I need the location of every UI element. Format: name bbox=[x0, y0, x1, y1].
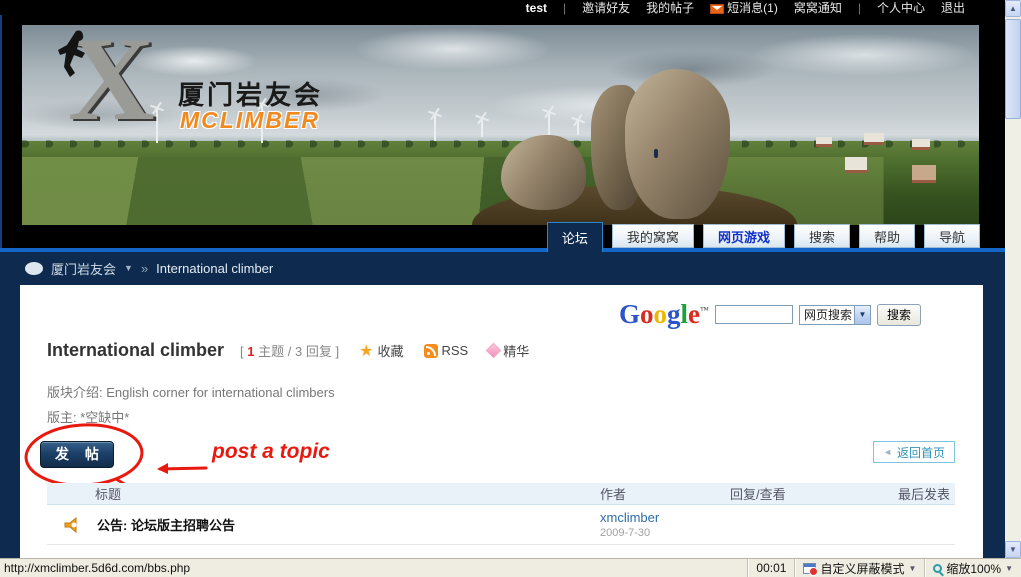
rss-action[interactable]: RSS bbox=[424, 343, 469, 358]
header-author: 作者 bbox=[600, 484, 730, 503]
forum-card: Google™ 网页搜索 ▼ 搜索 International climber … bbox=[20, 285, 983, 558]
google-logo: Google™ bbox=[619, 301, 709, 328]
site-logo: X 厦门岩友会 MCLIMBER bbox=[50, 33, 380, 163]
megaphone-icon bbox=[47, 517, 97, 533]
block-mode-icon bbox=[803, 563, 816, 574]
topbar-link-usercenter[interactable]: 个人中心 bbox=[877, 0, 925, 16]
scroll-down-icon[interactable]: ▼ bbox=[1005, 541, 1021, 558]
favorite-action[interactable]: ★ 收藏 bbox=[359, 341, 403, 361]
tab-my-space[interactable]: 我的窝窝 bbox=[612, 224, 694, 248]
main-area: 厦门岩友会 ▼ » International climber Google™ … bbox=[0, 252, 1005, 558]
back-home-button[interactable]: ◄ 返回首页 bbox=[873, 441, 955, 463]
climber-silhouette-icon bbox=[56, 27, 96, 87]
banner-boulder-big bbox=[625, 69, 730, 219]
rss-icon bbox=[424, 344, 438, 358]
topbar-link-messages[interactable]: 短消息(1) bbox=[710, 0, 778, 16]
village-house bbox=[864, 133, 884, 145]
breadcrumb-current: International climber bbox=[156, 261, 273, 276]
topbar-link-notices[interactable]: 窝窝通知 bbox=[794, 0, 842, 16]
post-topic-button[interactable]: 发 帖 bbox=[40, 441, 114, 468]
tab-search[interactable]: 搜索 bbox=[794, 224, 850, 248]
google-search-button[interactable]: 搜索 bbox=[877, 304, 921, 326]
post-date: 2009-7-30 bbox=[600, 527, 730, 539]
trademark: ™ bbox=[700, 305, 709, 315]
envelope-icon bbox=[710, 4, 724, 14]
topbar-link-logout[interactable]: 退出 bbox=[941, 0, 965, 16]
table-row: 公告: 论坛版主招聘公告 xmclimber 2009-7-30 bbox=[47, 505, 955, 545]
table-header: 标题 作者 回复/查看 最后发表 bbox=[47, 483, 955, 505]
chevron-left-icon: ◄ bbox=[883, 447, 892, 457]
topbar-link-invite[interactable]: 邀请好友 bbox=[582, 0, 630, 16]
forum-title: International climber bbox=[47, 340, 224, 361]
author-link[interactable]: xmclimber bbox=[600, 510, 730, 525]
tab-web-games[interactable]: 网页游戏 bbox=[703, 224, 785, 248]
vertical-scrollbar[interactable]: ▲ ▼ bbox=[1005, 0, 1021, 558]
logo-english-name: MCLIMBER bbox=[180, 107, 320, 134]
wind-turbine-icon bbox=[434, 115, 436, 141]
wind-turbine-icon bbox=[481, 119, 483, 137]
breadcrumb-root[interactable]: 厦门岩友会 bbox=[51, 259, 116, 278]
search-type-select[interactable]: 网页搜索 ▼ bbox=[799, 305, 871, 325]
star-icon: ★ bbox=[359, 341, 373, 361]
status-url: http://xmclimber.5d6d.com/bbs.php bbox=[0, 561, 747, 575]
username[interactable]: test bbox=[526, 1, 547, 15]
chevron-down-icon[interactable]: ▼ bbox=[908, 564, 916, 573]
browser-page: test | 邀请好友 我的帖子 短消息(1) 窝窝通知 | 个人中心 退出 bbox=[0, 0, 1021, 577]
divider: | bbox=[858, 1, 861, 15]
breadcrumb-separator: » bbox=[141, 261, 148, 276]
village-house bbox=[816, 137, 832, 147]
chevron-down-icon[interactable]: ▼ bbox=[1005, 564, 1013, 573]
forum-stats: [ 1 主题 / 3 回复 ] bbox=[240, 341, 339, 360]
status-time: 00:01 bbox=[747, 559, 794, 577]
block-mode-control[interactable]: 自定义屏蔽模式 ▼ bbox=[794, 559, 924, 577]
tab-forum[interactable]: 论坛 bbox=[547, 222, 603, 252]
zoom-control[interactable]: 缩放100% ▼ bbox=[924, 559, 1021, 577]
scroll-up-icon[interactable]: ▲ bbox=[1005, 0, 1021, 17]
header-lastpost: 最后发表 bbox=[840, 484, 955, 503]
village-house bbox=[912, 139, 930, 150]
climber-figure bbox=[654, 149, 658, 158]
google-search-input[interactable] bbox=[715, 305, 793, 324]
forum-moderator: 版主: *空缺中* bbox=[47, 407, 129, 426]
tab-help[interactable]: 帮助 bbox=[859, 224, 915, 248]
user-topbar: test | 邀请好友 我的帖子 短消息(1) 窝窝通知 | 个人中心 退出 bbox=[0, 0, 1005, 15]
banner-photo: X 厦门岩友会 MCLIMBER bbox=[22, 25, 979, 225]
header-title: 标题 bbox=[47, 484, 600, 503]
village-house bbox=[845, 157, 867, 173]
topic-title-link[interactable]: 公告: 论坛版主招聘公告 bbox=[97, 515, 235, 534]
banner: X 厦门岩友会 MCLIMBER 论坛 我的窝窝 网页游戏 搜索 帮助 导航 bbox=[0, 15, 1005, 248]
topic-count: 1 bbox=[247, 344, 254, 359]
forum-description: 版块介绍: English corner for international c… bbox=[47, 382, 335, 401]
breadcrumb: 厦门岩友会 ▼ » International climber bbox=[25, 252, 273, 284]
browser-status-bar: http://xmclimber.5d6d.com/bbs.php 00:01 … bbox=[0, 558, 1021, 577]
divider: | bbox=[563, 1, 566, 15]
header-replies: 回复/查看 bbox=[730, 484, 840, 503]
gem-icon bbox=[486, 343, 502, 359]
main-nav-tabs: 论坛 我的窝窝 网页游戏 搜索 帮助 导航 bbox=[547, 218, 980, 248]
magnifier-icon bbox=[933, 564, 942, 573]
chevron-down-icon[interactable]: ▼ bbox=[124, 263, 133, 273]
scrollbar-thumb[interactable] bbox=[1005, 19, 1021, 119]
digest-action[interactable]: 精华 bbox=[488, 341, 529, 360]
chevron-down-icon[interactable]: ▼ bbox=[854, 306, 870, 324]
topbar-link-myposts[interactable]: 我的帖子 bbox=[646, 0, 694, 16]
speech-bubble-icon bbox=[25, 262, 43, 275]
forum-title-row: International climber [ 1 主题 / 3 回复 ] ★ … bbox=[47, 340, 529, 361]
table-row: 攀岩活动计划及报名入口 xmclimber 无极 bbox=[47, 545, 955, 558]
google-search-bar: Google™ 网页搜索 ▼ 搜索 bbox=[619, 301, 921, 328]
village-house bbox=[912, 165, 936, 183]
annotation-text: post a topic bbox=[212, 440, 330, 464]
topic-table: 标题 作者 回复/查看 最后发表 公告: 论坛版主招聘公告 xmclimber … bbox=[47, 483, 955, 558]
wind-turbine-icon bbox=[577, 121, 579, 135]
tab-navigation[interactable]: 导航 bbox=[924, 224, 980, 248]
